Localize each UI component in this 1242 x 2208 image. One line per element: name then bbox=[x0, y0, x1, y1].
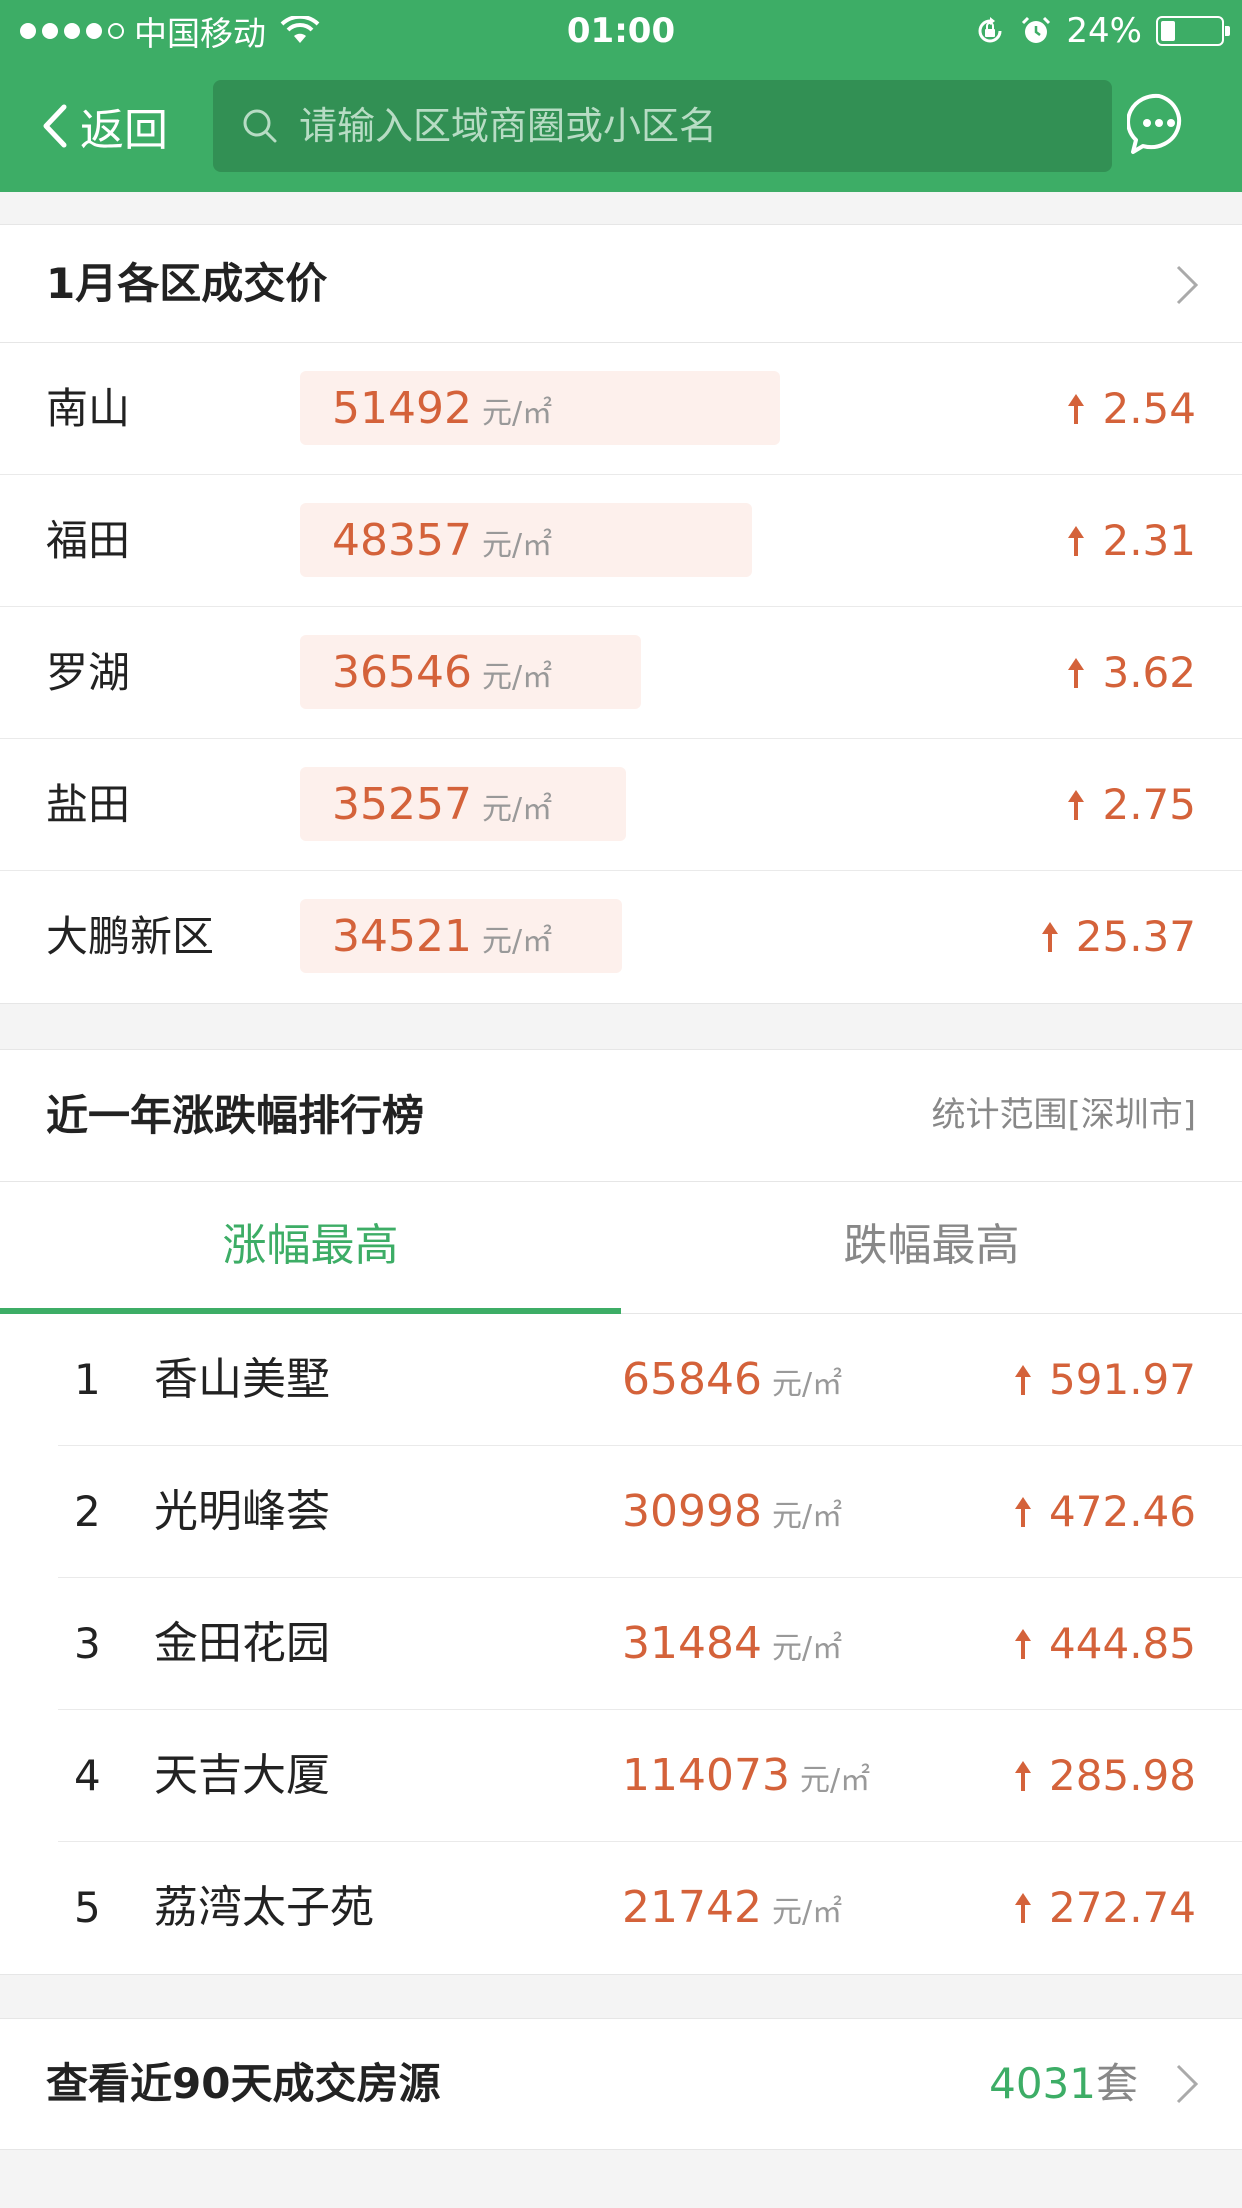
district-prices-title: 1月各区成交价 bbox=[46, 259, 328, 308]
community-name: 香山美墅 bbox=[154, 1354, 330, 1405]
community-change: 591.97 bbox=[1013, 1314, 1196, 1446]
search-icon bbox=[243, 109, 277, 143]
recent-deals-card: 查看近90天成交房源 4031套 bbox=[0, 2018, 1242, 2150]
community-price: 65846 元/㎡ bbox=[622, 1354, 843, 1405]
district-price: 34521 元/㎡ bbox=[332, 911, 553, 962]
tab-fall-highest[interactable]: 跌幅最高 bbox=[621, 1182, 1242, 1314]
district-change: 2.75 bbox=[1066, 739, 1196, 871]
status-right: 24% bbox=[974, 8, 1230, 54]
ranking-row[interactable]: 5 荔湾太子苑 21742 元/㎡ 272.74 bbox=[0, 1842, 1242, 1974]
chevron-right-icon bbox=[1176, 2064, 1199, 2104]
district-name: 罗湖 bbox=[46, 648, 131, 697]
district-price: 35257 元/㎡ bbox=[332, 779, 553, 830]
battery-icon bbox=[1156, 16, 1230, 46]
district-name: 福田 bbox=[46, 516, 131, 565]
community-change: 472.46 bbox=[1013, 1446, 1196, 1578]
arrow-up-icon bbox=[1015, 1893, 1032, 1923]
arrow-up-icon bbox=[1015, 1761, 1032, 1791]
community-change: 272.74 bbox=[1013, 1842, 1196, 1974]
district-prices-header[interactable]: 1月各区成交价 bbox=[0, 225, 1242, 343]
arrow-up-icon bbox=[1041, 922, 1058, 952]
district-row[interactable]: 南山 51492 元/㎡ 2.54 bbox=[0, 343, 1242, 475]
district-price: 51492 元/㎡ bbox=[332, 383, 553, 434]
rotation-lock-icon bbox=[978, 17, 1002, 43]
ranking-scope[interactable]: 统计范围[深圳市] bbox=[931, 1050, 1196, 1180]
rank-number: 5 bbox=[74, 1883, 101, 1932]
chevron-left-icon bbox=[43, 104, 67, 148]
recent-deals-label: 查看近90天成交房源 bbox=[46, 2059, 441, 2108]
search-input[interactable] bbox=[299, 104, 1079, 148]
status-bar: 中国移动 01:00 24% bbox=[0, 0, 1242, 62]
community-price: 114073 元/㎡ bbox=[622, 1750, 871, 1801]
district-change: 2.54 bbox=[1066, 343, 1196, 475]
ranking-tabs: 涨幅最高 跌幅最高 bbox=[0, 1182, 1242, 1314]
community-name: 光明峰荟 bbox=[154, 1486, 330, 1537]
district-row[interactable]: 盐田 35257 元/㎡ 2.75 bbox=[0, 739, 1242, 871]
back-label: 返回 bbox=[80, 105, 168, 156]
chat-bubble-icon[interactable] bbox=[1127, 92, 1191, 156]
district-change: 25.37 bbox=[1040, 871, 1196, 1003]
district-change: 3.62 bbox=[1066, 607, 1196, 739]
district-name: 南山 bbox=[46, 384, 131, 433]
nav-bar: 返回 bbox=[0, 62, 1242, 192]
tab-rise-highest[interactable]: 涨幅最高 bbox=[0, 1182, 621, 1314]
ranking-card: 近一年涨跌幅排行榜 统计范围[深圳市] 涨幅最高 跌幅最高 1 香山美墅 658… bbox=[0, 1049, 1242, 1975]
search-bar[interactable] bbox=[213, 80, 1112, 172]
arrow-up-icon bbox=[1068, 394, 1085, 424]
back-button[interactable]: 返回 bbox=[38, 90, 168, 162]
community-price: 30998 元/㎡ bbox=[622, 1486, 843, 1537]
ranking-row[interactable]: 3 金田花园 31484 元/㎡ 444.85 bbox=[0, 1578, 1242, 1710]
community-change: 444.85 bbox=[1013, 1578, 1196, 1710]
community-price: 31484 元/㎡ bbox=[622, 1618, 843, 1669]
community-change: 285.98 bbox=[1013, 1710, 1196, 1842]
community-name: 天吉大厦 bbox=[154, 1750, 330, 1801]
district-prices-card: 1月各区成交价 南山 51492 元/㎡ 2.54 福田 48357 元/㎡ 2.3… bbox=[0, 224, 1242, 1004]
district-price: 36546 元/㎡ bbox=[332, 647, 553, 698]
arrow-up-icon bbox=[1068, 658, 1085, 688]
battery-percent: 24% bbox=[1066, 11, 1142, 51]
arrow-up-icon bbox=[1015, 1629, 1032, 1659]
chevron-right-icon bbox=[1176, 265, 1199, 305]
recent-deals-count: 4031套 bbox=[989, 2059, 1138, 2108]
rank-number: 4 bbox=[74, 1751, 101, 1800]
rank-number: 2 bbox=[74, 1487, 101, 1536]
district-price: 48357 元/㎡ bbox=[332, 515, 553, 566]
district-change: 2.31 bbox=[1066, 475, 1196, 607]
battery-level bbox=[1161, 21, 1175, 41]
recent-deals-link[interactable]: 查看近90天成交房源 4031套 bbox=[0, 2019, 1242, 2149]
district-row[interactable]: 罗湖 36546 元/㎡ 3.62 bbox=[0, 607, 1242, 739]
arrow-up-icon bbox=[1015, 1365, 1032, 1395]
community-name: 金田花园 bbox=[154, 1618, 330, 1669]
district-row[interactable]: 大鹏新区 34521 元/㎡ 25.37 bbox=[0, 871, 1242, 1003]
arrow-up-icon bbox=[1068, 790, 1085, 820]
community-name: 荔湾太子苑 bbox=[154, 1882, 374, 1933]
ranking-row[interactable]: 2 光明峰荟 30998 元/㎡ 472.46 bbox=[0, 1446, 1242, 1578]
app-header: 中国移动 01:00 24% 返回 请输入区域商圈或小区名 bbox=[0, 0, 1242, 192]
alarm-icon bbox=[1022, 16, 1051, 43]
district-row[interactable]: 福田 48357 元/㎡ 2.31 bbox=[0, 475, 1242, 607]
district-name: 盐田 bbox=[46, 780, 131, 829]
arrow-up-icon bbox=[1068, 526, 1085, 556]
district-name: 大鹏新区 bbox=[46, 912, 215, 961]
rank-number: 3 bbox=[74, 1619, 101, 1668]
rank-number: 1 bbox=[74, 1355, 101, 1404]
ranking-row[interactable]: 4 天吉大厦 114073 元/㎡ 285.98 bbox=[0, 1710, 1242, 1842]
ranking-title: 近一年涨跌幅排行榜 bbox=[46, 1091, 425, 1140]
ranking-row[interactable]: 1 香山美墅 65846 元/㎡ 591.97 bbox=[0, 1314, 1242, 1446]
ranking-header: 近一年涨跌幅排行榜 统计范围[深圳市] bbox=[0, 1050, 1242, 1182]
arrow-up-icon bbox=[1015, 1497, 1032, 1527]
community-price: 21742 元/㎡ bbox=[622, 1882, 843, 1933]
